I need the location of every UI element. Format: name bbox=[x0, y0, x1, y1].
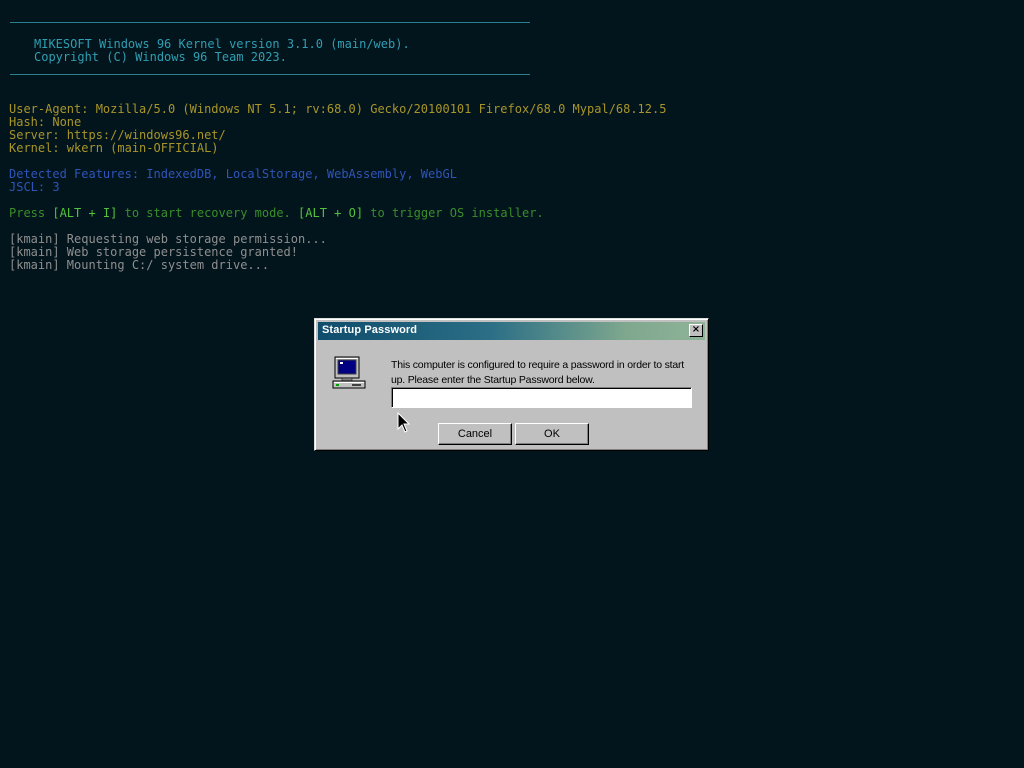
banner-top-rule bbox=[10, 22, 530, 23]
close-button[interactable]: × bbox=[689, 324, 703, 337]
startup-password-dialog: Startup Password × This computer is conf… bbox=[314, 318, 709, 451]
banner-bottom-rule bbox=[10, 74, 530, 75]
installer-key-hint: [ALT + O] bbox=[298, 206, 364, 220]
dialog-title: Startup Password bbox=[322, 324, 418, 336]
password-input[interactable] bbox=[391, 387, 692, 408]
mouse-cursor-icon bbox=[397, 412, 411, 433]
ok-button[interactable]: OK bbox=[515, 423, 589, 445]
recovery-suffix: to trigger OS installer. bbox=[363, 206, 544, 220]
log-line: [kmain] Mounting C:/ system drive... bbox=[9, 258, 270, 272]
recovery-hint-line: Press [ALT + I] to start recovery mode. … bbox=[9, 207, 544, 220]
close-icon: × bbox=[691, 324, 701, 335]
kernel-banner-copyright: Copyright (C) Windows 96 Team 2023. bbox=[34, 50, 287, 64]
dialog-message: This computer is configured to require a… bbox=[391, 359, 684, 386]
cancel-button[interactable]: Cancel bbox=[438, 423, 512, 445]
user-agent-line: User-Agent: Mozilla/5.0 (Windows NT 5.1;… bbox=[9, 102, 667, 116]
recovery-key-hint: [ALT + I] bbox=[52, 206, 118, 220]
computer-icon bbox=[332, 356, 366, 389]
detected-features-line: Detected Features: IndexedDB, LocalStora… bbox=[9, 167, 457, 181]
jscl-line: JSCL: 3 bbox=[9, 180, 60, 194]
recovery-middle: to start recovery mode. bbox=[117, 206, 299, 220]
kernel-line: Kernel: wkern (main-OFFICIAL) bbox=[9, 141, 219, 155]
dialog-titlebar[interactable]: Startup Password × bbox=[318, 322, 705, 340]
recovery-prefix: Press bbox=[9, 206, 53, 220]
